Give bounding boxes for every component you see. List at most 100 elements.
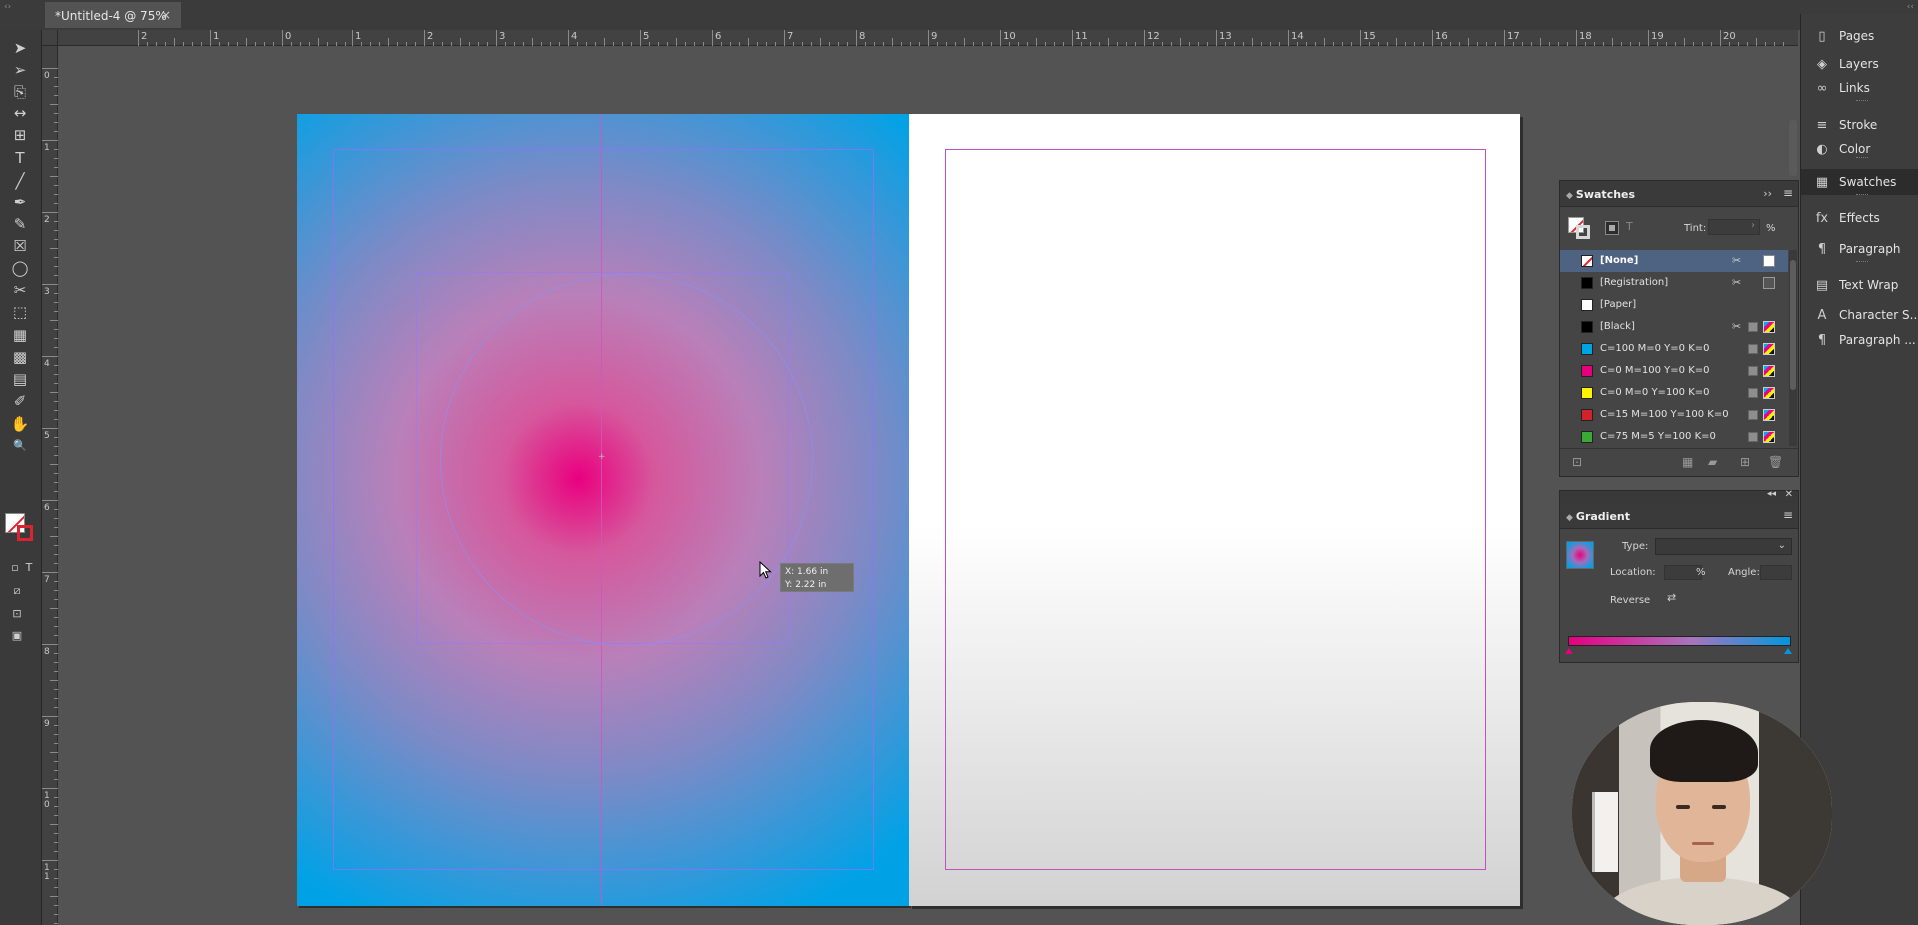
swatch-row[interactable]: C=15 M=100 Y=100 K=0 [1560,404,1788,426]
dock-item-character-styles[interactable]: A Character S... [1801,302,1918,328]
ruler-minor-tick [1180,38,1181,46]
panel-group-strip[interactable]: ◂◂ ✕ [1560,489,1798,503]
dock-item-paragraph-styles[interactable]: ¶ Paragraph ... [1801,327,1918,353]
gradient-type-select[interactable]: ⌄ [1655,538,1792,555]
dock-item-links[interactable]: ∞ Links [1801,75,1918,101]
dock-item-label: Text Wrap [1839,278,1899,292]
cc-libraries-icon[interactable]: ▦ [1682,455,1693,469]
new-color-group-icon[interactable]: ▰ [1708,455,1717,469]
swatch-row[interactable]: C=0 M=0 Y=100 K=0 [1560,382,1788,404]
vertical-ruler[interactable]: 0 1 2 3 4 5 6 7 8 9 1 0 1 1 [42,46,58,925]
ruler-label: 5 [643,31,650,42]
free-transform-tool-icon[interactable]: ⬚ [9,302,31,322]
scrollbar-thumb[interactable] [1790,260,1796,390]
dock-item-text-wrap[interactable]: ▤ Text Wrap [1801,272,1918,298]
pencil-tool-icon[interactable]: ✎ [9,214,31,234]
angle-field[interactable] [1760,565,1792,580]
note-tool-icon[interactable]: ▤ [9,369,31,389]
ruler-label: 12 [1147,31,1160,42]
content-collector-icon[interactable]: ⊞ [9,125,31,145]
dock-item-stroke[interactable]: ≡ Stroke [1801,112,1918,138]
swatch-row[interactable]: C=75 M=5 Y=100 K=0 [1560,426,1788,448]
preview-mode-icon[interactable]: ▣ [10,626,24,646]
page-tool-icon[interactable]: ⎘ [9,82,31,102]
ruler-minor-tick [50,536,58,537]
gradient-stop[interactable] [1565,648,1573,654]
ruler-major-tick [784,30,785,46]
close-tab-icon[interactable]: × [161,8,171,22]
swatch-list-scrollbar[interactable] [1789,250,1797,446]
reverse-gradient-icon[interactable]: ⇄ [1667,591,1683,607]
pointer-cursor-icon [759,561,772,579]
pasteboard[interactable]: + X: 1.66 in Y: 2.22 in [58,46,1798,925]
panel-collapse-icon[interactable]: ›› [1763,187,1772,200]
stroke-swatch[interactable] [1576,225,1590,239]
swatch-color-chip [1581,365,1593,377]
hand-tool-icon[interactable]: ✋ [9,414,31,434]
scissors-tool-icon[interactable]: ✂ [9,280,31,300]
fill-stroke-proxy[interactable] [1568,217,1590,239]
swatches-panel-title[interactable]: ◆ Swatches [1560,181,1635,207]
document-tab[interactable]: *Untitled-4 @ 75% × [45,2,181,28]
swatch-row[interactable]: [Black] ✂ [1560,316,1788,338]
close-panel-icon[interactable]: ✕ [1785,489,1793,500]
rectangle-frame-tool-icon[interactable]: ☒ [9,236,31,256]
eyedropper-tool-icon[interactable]: ✐ [9,391,31,411]
tint-field[interactable]: › [1708,219,1760,235]
swatch-row[interactable]: [None] ✂ [1560,250,1788,272]
type-label: Type: [1622,541,1649,552]
swatches-panel-header[interactable]: ◆ Swatches ›› ≡ [1560,181,1798,207]
panel-menu-icon[interactable]: ≡ [1783,186,1793,200]
left-page[interactable]: + [297,114,909,906]
horizontal-ruler[interactable]: 2 1 0 1 2 3 4 5 6 7 8 9 10 11 12 13 14 15 16 17 18 19 20 [58,30,1798,46]
toolbar-collapse-grip[interactable]: ‹› [4,2,11,12]
gradient-stop[interactable] [1784,648,1792,654]
gap-tool-icon[interactable]: ↔ [9,103,31,123]
swatch-row[interactable]: [Paper] [1560,294,1788,316]
apply-text-icon[interactable]: T [22,558,36,578]
swatch-row[interactable]: [Registration] ✂ [1560,272,1788,294]
panel-menu-icon[interactable]: ≡ [1783,508,1793,522]
dock-item-swatches[interactable]: ▦ Swatches [1801,169,1918,195]
apply-none-icon[interactable]: ⧄ [10,581,24,601]
links-icon: ∞ [1816,81,1828,96]
gradient-ramp[interactable] [1568,636,1791,646]
formatting-text-button[interactable]: T [1626,220,1633,233]
direct-selection-tool-icon[interactable]: ➢ [9,60,31,80]
show-all-swatches-icon[interactable]: ⊡ [1572,455,1582,469]
selection-tool-icon[interactable]: ➤ [9,38,31,58]
gradient-swatch-tool-icon[interactable]: ▦ [9,325,31,345]
ruler-major-tick [42,716,58,717]
ruler-minor-tick [820,38,821,46]
dock-scrollbar[interactable] [1789,120,1797,176]
swatch-list: [None] ✂ [Registration] ✂ [Paper] [Black] ✂ C=1… [1560,250,1788,448]
delete-swatch-icon[interactable]: 🗑 [1768,455,1783,469]
dock-item-pages[interactable]: ▯ Pages [1801,23,1918,49]
stroke-swatch[interactable] [17,525,33,541]
panel-collapse-icon[interactable]: ◂◂ [1767,489,1776,499]
screen-mode-icon[interactable]: ⊡ [10,604,24,624]
right-page[interactable] [909,114,1520,906]
apply-container-icon[interactable]: ▫ [8,558,22,578]
gradient-panel-header[interactable]: ◆ Gradient ≡ [1560,503,1798,529]
swatch-row[interactable]: C=0 M=100 Y=0 K=0 [1560,360,1788,382]
ruler-origin[interactable] [42,30,58,46]
line-tool-icon[interactable]: ╱ [9,171,31,191]
dock-item-effects[interactable]: fx Effects [1801,205,1918,231]
gradient-feather-tool-icon[interactable]: ▩ [9,347,31,367]
dock-collapse-grip[interactable]: ‹‹ [1907,2,1914,12]
ellipse-tool-icon[interactable]: ◯ [9,258,31,278]
pen-tool-icon[interactable]: ✒ [9,192,31,212]
type-tool-icon[interactable]: T [9,148,31,168]
ruler-minor-tick [388,38,389,46]
new-swatch-icon[interactable]: ⊞ [1740,455,1750,469]
ellipse-frame[interactable] [440,274,813,646]
fill-stroke-control[interactable] [5,513,35,543]
swatch-row[interactable]: C=100 M=0 Y=0 K=0 [1560,338,1788,360]
formatting-container-button[interactable] [1605,221,1619,235]
non-editable-icon: ✂ [1732,320,1742,333]
gradient-panel-title[interactable]: ◆ Gradient [1560,503,1630,529]
zoom-tool-icon[interactable]: 🔍 [9,436,31,456]
dock-item-layers[interactable]: ◈ Layers [1801,51,1918,77]
dock-item-paragraph[interactable]: ¶ Paragraph [1801,236,1918,262]
